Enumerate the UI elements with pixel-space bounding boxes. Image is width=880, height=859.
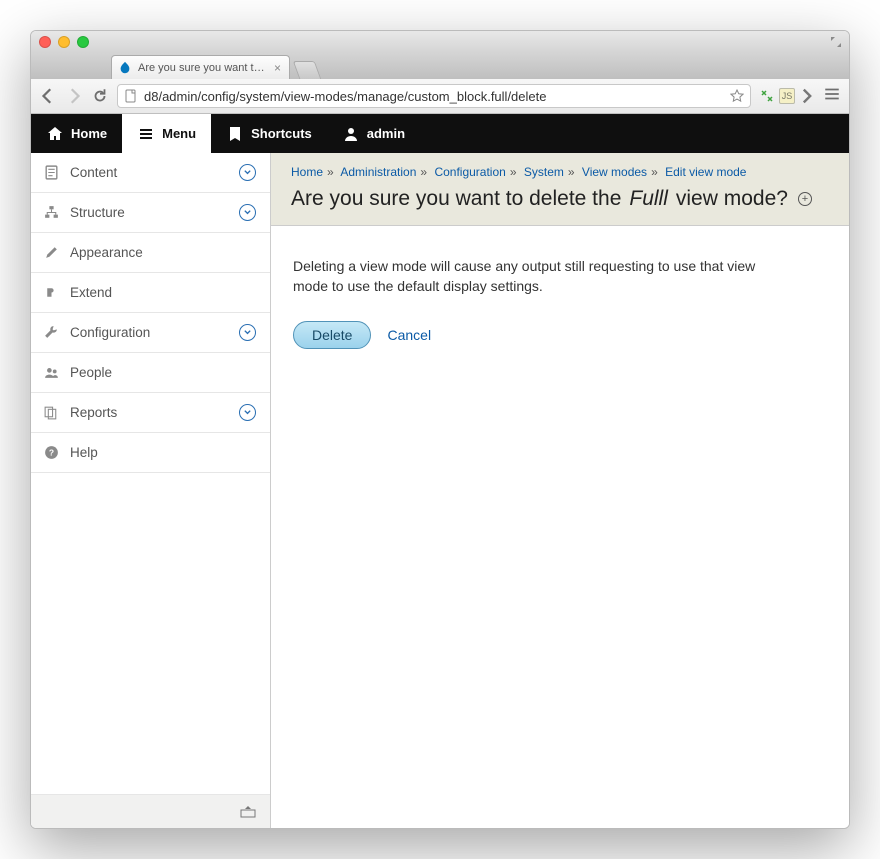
chevron-down-icon[interactable]	[239, 204, 256, 221]
bookmark-star-icon[interactable]	[730, 89, 744, 103]
browser-tab[interactable]: Are you sure you want to d ×	[111, 55, 290, 79]
structure-icon	[43, 204, 60, 221]
browser-address-bar: d8/admin/config/system/view-modes/manage…	[31, 79, 849, 114]
sidebar-item-label: Appearance	[70, 245, 143, 260]
url-text: d8/admin/config/system/view-modes/manage…	[144, 89, 724, 104]
app-body: Content Structure Appearance Extend Conf…	[31, 153, 849, 828]
reload-button[interactable]	[91, 87, 109, 105]
breadcrumb-link[interactable]: View modes	[582, 165, 647, 179]
people-icon	[43, 364, 60, 381]
browser-tabbar: Are you sure you want to d ×	[31, 53, 849, 79]
sidebar-item-label: Configuration	[70, 325, 150, 340]
sidebar-item-label: Structure	[70, 205, 125, 220]
chevron-down-icon[interactable]	[239, 404, 256, 421]
toolbar-home[interactable]: Home	[31, 114, 122, 153]
wrench-icon	[43, 324, 60, 341]
reports-icon	[43, 404, 60, 421]
zoom-window-button[interactable]	[77, 36, 89, 48]
content-region: Deleting a view mode will cause any outp…	[271, 226, 849, 379]
page-title: Are you sure you want to delete the Full…	[291, 187, 829, 211]
toolbar-shortcuts[interactable]: Shortcuts	[211, 114, 327, 153]
toolbar-menu[interactable]: Menu	[122, 114, 211, 153]
sidebar-orientation-toggle[interactable]	[31, 794, 270, 828]
sidebar-item-appearance[interactable]: Appearance	[31, 233, 270, 273]
sidebar-item-help[interactable]: ? Help	[31, 433, 270, 473]
extension-icon-js[interactable]: JS	[779, 88, 795, 104]
menu-icon	[137, 125, 155, 143]
back-button[interactable]	[39, 87, 57, 105]
confirmation-description: Deleting a view mode will cause any outp…	[293, 256, 773, 297]
drupal-favicon-icon	[118, 61, 132, 75]
cancel-link[interactable]: Cancel	[387, 327, 431, 343]
sidebar-item-configuration[interactable]: Configuration	[31, 313, 270, 353]
extension-icon[interactable]	[759, 88, 775, 104]
svg-text:?: ?	[49, 448, 54, 458]
chevron-down-icon[interactable]	[239, 164, 256, 181]
breadcrumb-link[interactable]: System	[524, 165, 564, 179]
page-title-emphasis: Fulll	[629, 187, 668, 211]
browser-menu-button[interactable]	[823, 85, 841, 108]
toolbar-home-label: Home	[71, 126, 107, 141]
sidebar-item-label: Content	[70, 165, 117, 180]
paintbrush-icon	[43, 244, 60, 261]
url-input[interactable]: d8/admin/config/system/view-modes/manage…	[117, 84, 751, 108]
window-titlebar	[31, 31, 849, 53]
sidebar-item-extend[interactable]: Extend	[31, 273, 270, 313]
chevron-right-icon[interactable]	[799, 88, 815, 104]
browser-window: Are you sure you want to d × d8/admin/co…	[30, 30, 850, 829]
chevron-down-icon[interactable]	[239, 324, 256, 341]
sidebar-item-label: Help	[70, 445, 98, 460]
orientation-icon	[240, 806, 256, 818]
tab-close-icon[interactable]: ×	[274, 61, 281, 75]
breadcrumb: Home» Administration» Configuration» Sys…	[291, 165, 829, 179]
toolbar-user[interactable]: admin	[327, 114, 420, 153]
extension-icons: JS	[759, 88, 815, 104]
forward-button[interactable]	[65, 87, 83, 105]
sidebar-item-structure[interactable]: Structure	[31, 193, 270, 233]
page-title-post: view mode?	[676, 187, 788, 211]
user-icon	[342, 125, 360, 143]
add-shortcut-button[interactable]: +	[798, 192, 812, 206]
sidebar-item-label: Extend	[70, 285, 112, 300]
sidebar-item-content[interactable]: Content	[31, 153, 270, 193]
breadcrumb-link[interactable]: Configuration	[434, 165, 505, 179]
main-content: Home» Administration» Configuration» Sys…	[271, 153, 849, 828]
new-tab-button[interactable]	[293, 61, 322, 79]
bookmark-icon	[226, 125, 244, 143]
admin-menu-sidebar: Content Structure Appearance Extend Conf…	[31, 153, 271, 828]
sidebar-item-label: People	[70, 365, 112, 380]
help-icon: ?	[43, 444, 60, 461]
window-controls	[39, 36, 89, 48]
toolbar-shortcuts-label: Shortcuts	[251, 126, 312, 141]
home-icon	[46, 125, 64, 143]
toolbar-menu-label: Menu	[162, 126, 196, 141]
sidebar-item-reports[interactable]: Reports	[31, 393, 270, 433]
toolbar-user-label: admin	[367, 126, 405, 141]
fullscreen-icon[interactable]	[829, 35, 843, 49]
breadcrumb-link[interactable]: Edit view mode	[665, 165, 746, 179]
admin-toolbar: Home Menu Shortcuts admin	[31, 114, 849, 153]
document-icon	[43, 164, 60, 181]
breadcrumb-link[interactable]: Home	[291, 165, 323, 179]
form-actions: Delete Cancel	[293, 321, 827, 349]
delete-button[interactable]: Delete	[293, 321, 371, 349]
page-header: Home» Administration» Configuration» Sys…	[271, 153, 849, 226]
page-icon	[124, 89, 138, 103]
sidebar-item-label: Reports	[70, 405, 117, 420]
breadcrumb-link[interactable]: Administration	[340, 165, 416, 179]
tab-title: Are you sure you want to d	[138, 62, 268, 74]
sidebar-item-people[interactable]: People	[31, 353, 270, 393]
minimize-window-button[interactable]	[58, 36, 70, 48]
close-window-button[interactable]	[39, 36, 51, 48]
puzzle-icon	[43, 284, 60, 301]
page-title-pre: Are you sure you want to delete the	[291, 187, 621, 211]
